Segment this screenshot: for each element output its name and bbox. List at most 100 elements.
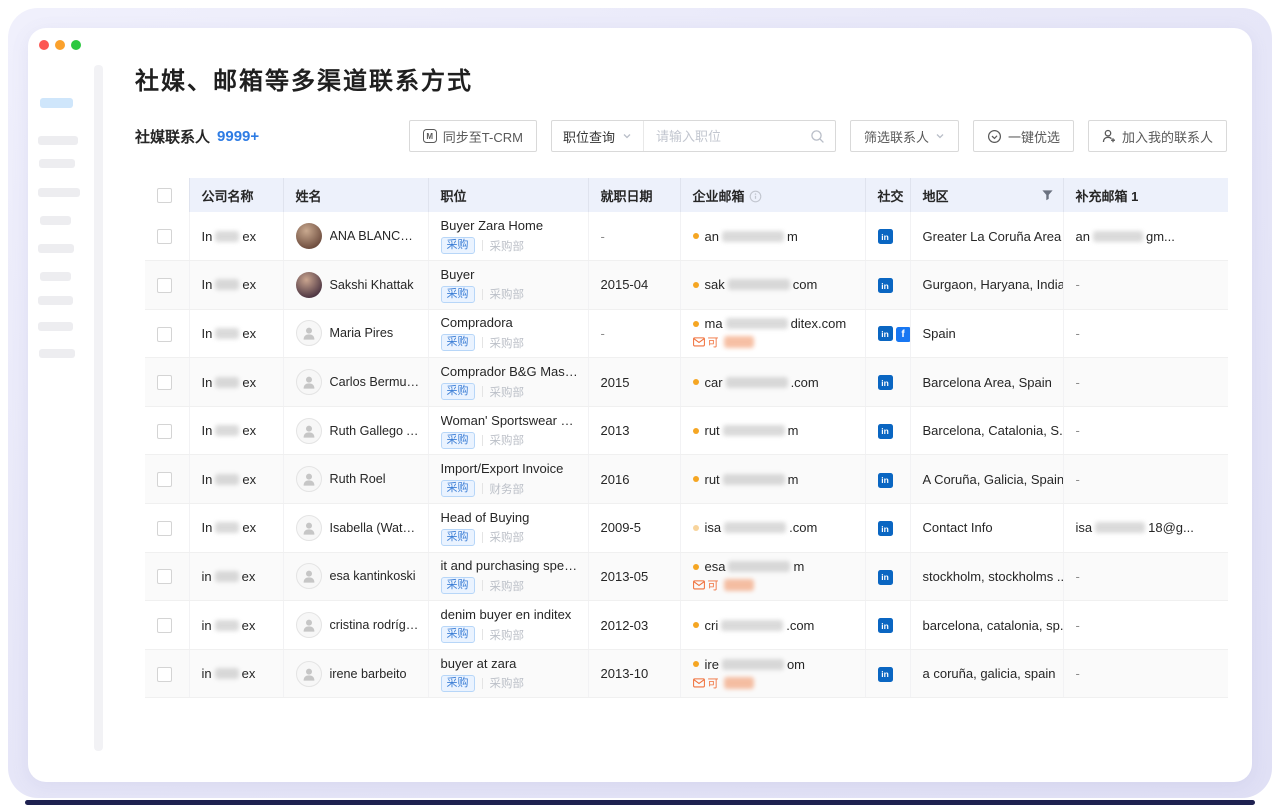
contact-name[interactable]: irene barbeito xyxy=(330,667,407,681)
position-cell: Import/Export Invoice 采购财务部 xyxy=(428,455,588,504)
position-type-dropdown[interactable]: 职位查询 xyxy=(552,121,644,151)
sidebar-item[interactable] xyxy=(40,216,71,225)
email-cell: anm xyxy=(680,212,865,261)
name-cell: Sakshi Khattak xyxy=(283,261,428,310)
person-icon xyxy=(301,568,317,584)
name-cell: esa kantinkoski xyxy=(283,552,428,601)
contact-name[interactable]: Maria Pires xyxy=(330,326,394,340)
row-checkbox[interactable] xyxy=(157,667,172,682)
sync-to-crm-button[interactable]: M 同步至T-CRM xyxy=(409,120,537,152)
column-header-position[interactable]: 职位 xyxy=(428,178,588,212)
linkedin-icon[interactable]: in xyxy=(878,229,893,244)
position-search-input[interactable] xyxy=(644,129,810,144)
row-checkbox[interactable] xyxy=(157,229,172,244)
column-header-date[interactable]: 就职日期 xyxy=(588,178,680,212)
hire-date-cell: - xyxy=(588,212,680,261)
filter-contacts-button[interactable]: 筛选联系人 xyxy=(850,120,959,152)
linkedin-icon[interactable]: in xyxy=(878,667,893,682)
sidebar-item-active[interactable] xyxy=(40,98,73,108)
redacted-text xyxy=(215,279,239,290)
hire-date-cell: 2013-10 xyxy=(588,649,680,698)
region-text: a coruña, galicia, spain xyxy=(923,666,1056,681)
sidebar-item[interactable] xyxy=(38,188,80,197)
company-cell: Inex xyxy=(189,212,283,261)
email-status-dot xyxy=(693,525,699,531)
sidebar-item[interactable] xyxy=(38,322,73,331)
avatar xyxy=(296,418,322,444)
email-address: sakcom xyxy=(705,277,818,292)
email-cell: rutm xyxy=(680,455,865,504)
maximize-window-icon[interactable] xyxy=(71,40,81,50)
search-icon[interactable] xyxy=(810,129,825,144)
company-cell: inex xyxy=(189,601,283,650)
column-header-extra[interactable]: 补充邮箱 1 xyxy=(1063,178,1228,212)
position-title: buyer at zara xyxy=(441,656,580,672)
sidebar-item[interactable] xyxy=(38,296,73,305)
column-header-social[interactable]: 社交 xyxy=(865,178,910,212)
social-cell: in xyxy=(865,601,910,650)
contact-name[interactable]: Isabella (Watson) L... xyxy=(330,521,420,535)
position-cell: Compradora 采购采购部 xyxy=(428,309,588,358)
redacted-text xyxy=(728,279,790,290)
email-cell: isa.com xyxy=(680,504,865,553)
sidebar-item[interactable] xyxy=(39,159,75,168)
region-cell: a coruña, galicia, spain xyxy=(910,649,1063,698)
linkedin-icon[interactable]: in xyxy=(878,473,893,488)
filter-funnel-icon[interactable] xyxy=(1041,189,1054,202)
linkedin-icon[interactable]: in xyxy=(878,424,893,439)
email-address: isa.com xyxy=(705,520,818,535)
linkedin-icon[interactable]: in xyxy=(878,375,893,390)
column-header-company[interactable]: 公司名称 xyxy=(189,178,283,212)
email-status-dot xyxy=(693,233,699,239)
row-checkbox[interactable] xyxy=(157,521,172,536)
extra-email-empty: - xyxy=(1076,277,1080,292)
contact-name[interactable]: Ruth Roel xyxy=(330,472,386,486)
contact-name[interactable]: cristina rodríguez xyxy=(330,618,420,632)
linkedin-icon[interactable]: in xyxy=(878,570,893,585)
contact-name[interactable]: Carlos Bermudo Cr... xyxy=(330,375,420,389)
info-icon[interactable] xyxy=(749,190,762,203)
row-checkbox[interactable] xyxy=(157,569,172,584)
redacted-text xyxy=(215,425,239,436)
select-all-checkbox[interactable] xyxy=(157,188,172,203)
company-cell: Inex xyxy=(189,358,283,407)
avatar xyxy=(296,515,322,541)
row-checkbox[interactable] xyxy=(157,327,172,342)
row-checkbox[interactable] xyxy=(157,618,172,633)
contact-name[interactable]: esa kantinkoski xyxy=(330,569,416,583)
column-header-email[interactable]: 企业邮箱 xyxy=(680,178,865,212)
linkedin-icon[interactable]: in xyxy=(878,278,893,293)
position-title: Compradora xyxy=(441,315,580,331)
chevron-down-icon xyxy=(935,131,945,141)
email-status-dot xyxy=(693,661,699,667)
contact-name[interactable]: Sakshi Khattak xyxy=(330,278,414,292)
linkedin-icon[interactable]: in xyxy=(878,521,893,536)
contact-name[interactable]: ANA BLANCO REY xyxy=(330,229,420,243)
add-to-my-contacts-button[interactable]: 加入我的联系人 xyxy=(1088,120,1227,152)
linkedin-icon[interactable]: in xyxy=(878,326,893,341)
email-address: rutm xyxy=(705,472,799,487)
envelope-icon xyxy=(693,580,705,590)
minimize-window-icon[interactable] xyxy=(55,40,65,50)
sidebar-item[interactable] xyxy=(38,244,74,253)
linkedin-icon[interactable]: in xyxy=(878,618,893,633)
row-checkbox[interactable] xyxy=(157,278,172,293)
avatar xyxy=(296,223,322,249)
department-label: 采购部 xyxy=(490,627,525,643)
sidebar-item[interactable] xyxy=(39,349,75,358)
facebook-icon[interactable]: f xyxy=(896,327,911,342)
sidebar-item[interactable] xyxy=(40,272,71,281)
row-checkbox[interactable] xyxy=(157,375,172,390)
column-header-region[interactable]: 地区 xyxy=(910,178,1063,212)
one-click-optimize-button[interactable]: 一键优选 xyxy=(973,120,1074,152)
sidebar-item[interactable] xyxy=(38,136,78,145)
email-status-dot xyxy=(693,282,699,288)
deliverable-badge: 可 xyxy=(693,577,857,593)
row-checkbox[interactable] xyxy=(157,424,172,439)
row-checkbox[interactable] xyxy=(157,472,172,487)
contact-name[interactable]: Ruth Gallego Agulló xyxy=(330,424,420,438)
redacted-text xyxy=(726,377,788,388)
column-header-name[interactable]: 姓名 xyxy=(283,178,428,212)
position-title: Buyer Zara Home xyxy=(441,218,580,234)
close-window-icon[interactable] xyxy=(39,40,49,50)
